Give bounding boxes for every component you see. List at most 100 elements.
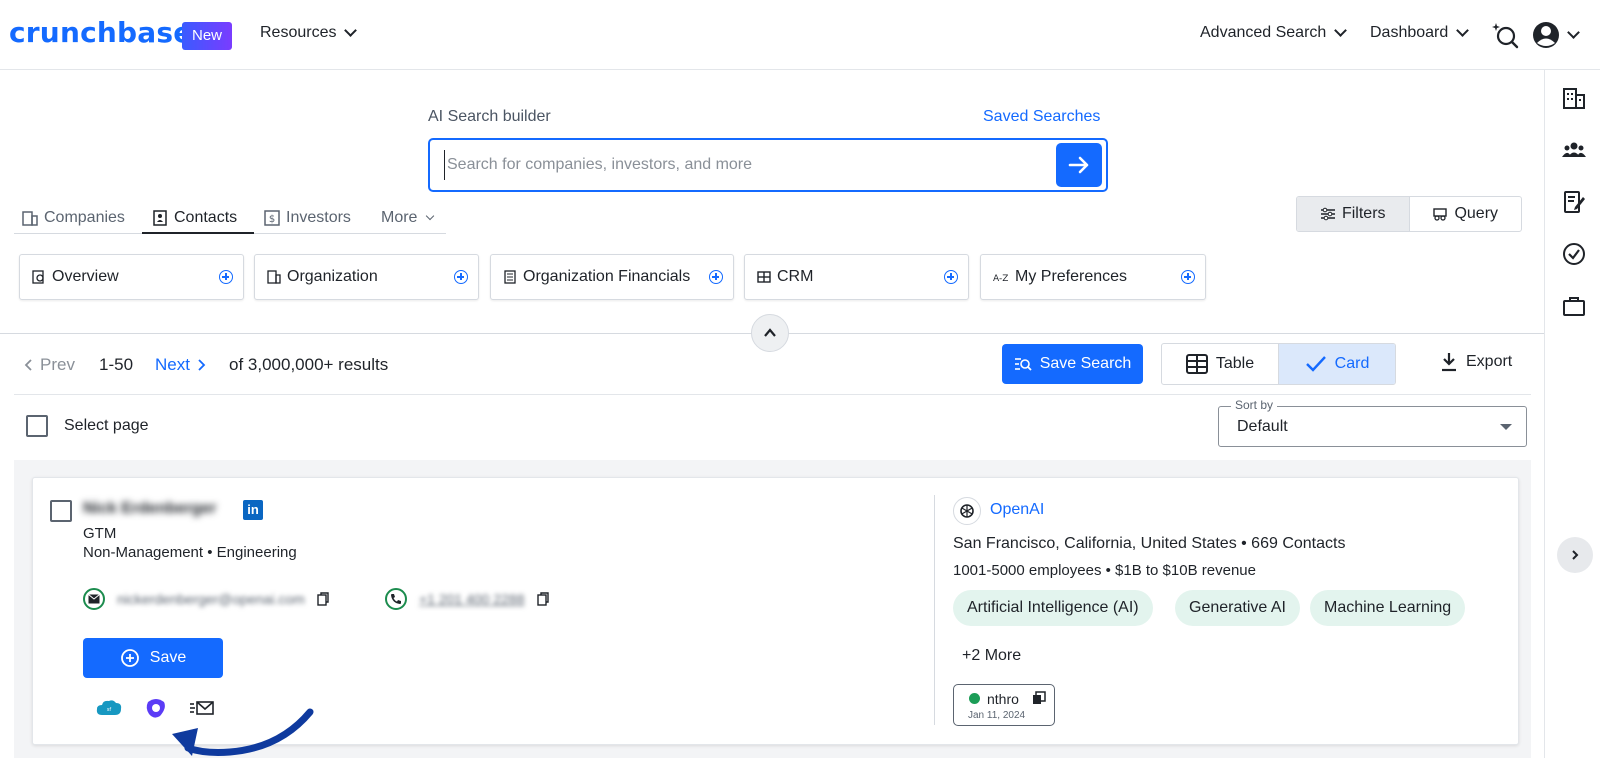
badge-date: Jan 11, 2024 — [968, 710, 1026, 721]
contact-card-icon — [153, 210, 167, 226]
filter-category-label: Overview — [52, 268, 119, 285]
dollar-icon: $ — [264, 210, 280, 226]
integration-badge[interactable]: nthro Jan 11, 2024 — [953, 684, 1055, 726]
check-circle-icon[interactable] — [1562, 242, 1586, 266]
building-icon[interactable] — [1562, 86, 1586, 110]
salesforce-icon[interactable]: sf — [96, 699, 122, 717]
ai-search-icon[interactable] — [1490, 20, 1520, 50]
add-circle-icon[interactable] — [709, 270, 723, 284]
copy-icon[interactable] — [317, 592, 329, 606]
phone-icon — [385, 588, 407, 610]
industry-tag[interactable]: Generative AI — [1175, 590, 1300, 626]
next-label: Next — [155, 355, 190, 374]
contact-card-checkbox[interactable] — [50, 500, 72, 522]
resources-menu[interactable]: Resources — [260, 24, 358, 42]
chevron-up-icon — [764, 328, 776, 337]
add-circle-icon[interactable] — [454, 270, 468, 284]
overview-icon — [32, 270, 44, 284]
sort-by-select[interactable]: Sort by Default — [1218, 398, 1527, 447]
next-page-button[interactable]: Next — [155, 355, 206, 375]
save-contact-button[interactable]: Save — [83, 638, 223, 678]
people-icon[interactable] — [1562, 138, 1586, 162]
chevron-down-icon — [344, 24, 358, 37]
outreach-icon[interactable] — [144, 696, 168, 720]
copy-icon[interactable] — [1032, 691, 1046, 705]
save-search-icon — [1014, 358, 1032, 371]
collapse-filters-button[interactable] — [751, 314, 789, 352]
annotation-arrow — [172, 708, 314, 756]
tab-investors[interactable]: $ Investors — [264, 204, 351, 232]
saved-searches-link[interactable]: Saved Searches — [983, 108, 1100, 126]
search-box — [428, 138, 1108, 192]
query-button[interactable]: Query — [1410, 197, 1522, 231]
tab-label: More — [381, 209, 418, 226]
card-divider — [934, 495, 935, 725]
export-button[interactable]: Export — [1440, 352, 1512, 372]
tab-more[interactable]: More — [381, 204, 435, 232]
industry-tag[interactable]: Artificial Intelligence (AI) — [953, 590, 1153, 626]
building-icon — [22, 211, 38, 226]
filter-category-organization-financials[interactable]: Organization Financials — [490, 254, 734, 300]
download-icon — [1442, 353, 1456, 372]
organization-size: 1001-5000 employees • $1B to $10B revenu… — [953, 562, 1256, 579]
add-circle-icon[interactable] — [219, 270, 233, 284]
search-submit-button[interactable] — [1056, 143, 1102, 187]
chevron-right-icon — [1572, 550, 1579, 560]
briefcase-icon[interactable] — [1562, 294, 1586, 318]
contact-name[interactable]: Nick Erdenberger — [83, 500, 216, 518]
contact-email[interactable]: nickerdenberger@openai.com — [117, 591, 305, 607]
chevron-down-icon — [1566, 26, 1580, 39]
notes-icon[interactable] — [1562, 190, 1586, 214]
select-page-control[interactable]: Select page — [26, 415, 149, 437]
chevron-down-icon — [426, 211, 435, 220]
user-avatar-icon — [1532, 22, 1559, 48]
add-circle-icon[interactable] — [1181, 270, 1195, 284]
tab-companies[interactable]: Companies — [22, 204, 125, 232]
openai-logo[interactable] — [953, 497, 981, 525]
select-page-label: Select page — [64, 417, 149, 434]
filter-category-crm[interactable]: CRM — [744, 254, 969, 300]
select-page-checkbox[interactable] — [26, 415, 48, 437]
linkedin-icon[interactable]: in — [243, 500, 263, 520]
add-circle-icon[interactable] — [944, 270, 958, 284]
filters-label: Filters — [1341, 205, 1386, 222]
check-icon — [1305, 356, 1326, 372]
document-icon — [504, 270, 516, 284]
filter-category-overview[interactable]: Overview — [19, 254, 244, 300]
results-divider — [14, 394, 1531, 395]
expand-sidebar-button[interactable] — [1557, 537, 1593, 573]
page-range: 1-50 — [99, 355, 134, 374]
resources-label: Resources — [260, 24, 337, 41]
dashboard-menu[interactable]: Dashboard — [1370, 24, 1470, 42]
check-circle-icon — [969, 693, 980, 704]
advanced-search-label: Advanced Search — [1200, 24, 1327, 41]
query-icon — [1433, 208, 1448, 221]
copy-icon[interactable] — [536, 592, 549, 606]
industry-tag[interactable]: Machine Learning — [1310, 590, 1466, 626]
filters-button[interactable]: Filters — [1297, 197, 1410, 231]
organization-name-link[interactable]: OpenAI — [990, 501, 1044, 519]
tab-contacts[interactable]: Contacts — [152, 204, 237, 232]
chevron-right-icon — [198, 359, 206, 371]
filter-category-organization[interactable]: Organization — [254, 254, 479, 300]
email-row: nickerdenberger@openai.com — [83, 588, 329, 610]
table-view-button[interactable]: Table — [1162, 344, 1278, 384]
chevron-down-icon — [1456, 24, 1470, 37]
chevron-down-icon — [1334, 24, 1348, 37]
save-search-button[interactable]: Save Search — [1002, 344, 1143, 384]
account-menu[interactable] — [1530, 20, 1580, 50]
contact-phone[interactable]: +1 201 400 2288 — [419, 591, 525, 607]
more-tags-button[interactable]: +2 More — [962, 647, 1021, 665]
filters-query-toggle: Filters Query — [1296, 196, 1522, 232]
filter-category-label: Organization — [287, 268, 378, 285]
filter-category-label: My Preferences — [1015, 268, 1128, 285]
filter-category-my-preferences[interactable]: A-Z My Preferences — [980, 254, 1206, 300]
card-view-button[interactable]: Card — [1278, 344, 1395, 384]
card-view-label: Card — [1334, 355, 1370, 372]
advanced-search-menu[interactable]: Advanced Search — [1200, 24, 1348, 42]
az-icon: A-Z — [993, 274, 1008, 284]
table-view-label: Table — [1215, 355, 1255, 372]
search-input[interactable] — [444, 150, 1034, 180]
prev-page-button[interactable]: Prev — [24, 355, 75, 375]
crunchbase-logo[interactable]: crunchbase — [9, 16, 192, 49]
